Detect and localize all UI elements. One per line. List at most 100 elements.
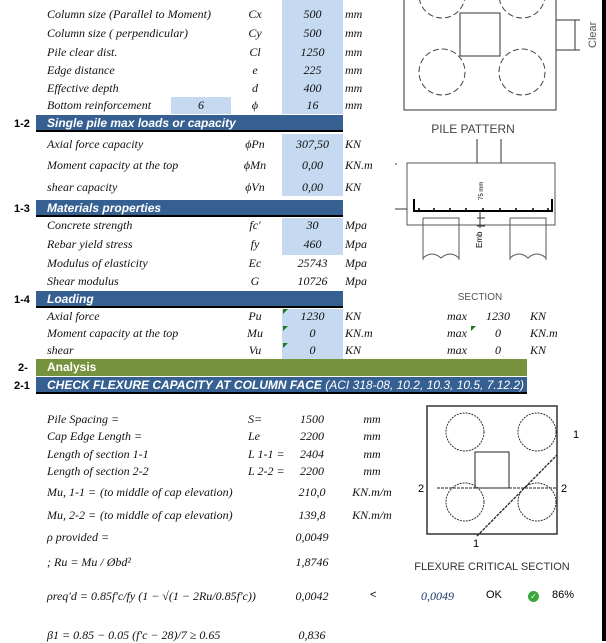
compare-sign: < [370, 589, 377, 601]
row-value[interactable]: 0 [282, 343, 343, 358]
row-value[interactable]: 30 [282, 218, 343, 233]
comment-marker [283, 343, 288, 348]
row-symbol: ϕVn [245, 180, 265, 194]
row-value[interactable]: 0,00 [282, 158, 343, 173]
row-value[interactable]: 307,50 [282, 137, 343, 152]
bar-count-value[interactable]: 6 [171, 98, 231, 113]
analysis-unit: mm [363, 447, 381, 461]
row-unit: mm [345, 45, 363, 59]
row-value[interactable]: 0 [282, 326, 343, 341]
row-label: Modulus of elasticity [47, 256, 148, 270]
row-unit: mm [345, 98, 363, 112]
row-label: Pile clear dist. [47, 45, 118, 59]
section-number: 1-4 [14, 294, 30, 306]
row-symbol: Ec [248, 256, 262, 270]
flexure-critical-section-label: FLEXURE CRITICAL SECTION [414, 561, 570, 573]
comment-marker [471, 326, 476, 331]
row-value[interactable]: 16 [282, 98, 343, 113]
row-unit: Mpa [345, 218, 367, 232]
analysis-unit: mm [363, 464, 381, 478]
analysis-value: 1,8746 [295, 555, 329, 569]
section-header-loading: Loading [36, 291, 343, 308]
row-value[interactable]: 0,00 [282, 180, 343, 195]
analysis-label: Mu, 2-2 = [47, 508, 97, 522]
row-value[interactable]: 1250 [282, 45, 343, 60]
analysis-unit: mm [363, 412, 381, 426]
analysis-symbol: L 2-2 = [248, 464, 285, 478]
section-header-flexure: CHECK FLEXURE CAPACITY AT COLUMN FACE (A… [36, 377, 527, 394]
row-symbol: G [250, 274, 260, 288]
emb-label: Emb [475, 231, 484, 248]
row-label: Axial force [47, 309, 100, 323]
analysis-unit: KN.m/m [352, 485, 392, 499]
comment-marker [283, 326, 288, 331]
section-header-single-pile: Single pile max loads or capacity [36, 115, 343, 132]
analysis-label: ρreq'd = 0.85f'c/fy (1 − √(1 − 2Ru/0.85f… [47, 589, 256, 603]
row-value: 25743 [297, 256, 328, 270]
row-value: 10726 [297, 274, 328, 288]
row-unit: KN [345, 137, 362, 151]
analysis-symbol: Le [248, 429, 260, 443]
row-label: Axial force capacity [47, 137, 144, 151]
row-symbol: Pu [248, 309, 262, 323]
analysis-value: 0,0042 [295, 589, 329, 603]
row-value[interactable]: 400 [282, 81, 343, 96]
section-number: 2-1 [14, 380, 30, 392]
analysis-value: 2200 [300, 429, 324, 443]
row-value[interactable]: 1230 [282, 309, 343, 324]
row-value[interactable]: 225 [282, 63, 343, 78]
row-unit: Mpa [345, 237, 367, 251]
analysis-value: 2200 [300, 464, 324, 478]
row-symbol: Mu [247, 326, 263, 340]
row-symbol: fc' [249, 218, 261, 232]
section-header-materials: Materials properties [36, 200, 343, 217]
row-label: Shear modulus [47, 274, 119, 288]
row-value[interactable]: 500 [282, 26, 343, 41]
max-unit: KN [530, 309, 547, 323]
row-label: Rebar yield stress [47, 237, 133, 251]
row-value[interactable]: 460 [282, 237, 343, 252]
row-label: Effective depth [47, 81, 119, 95]
row-label: shear capacity [47, 180, 118, 194]
analysis-unit: KN.m/m [352, 508, 392, 522]
max-label: max [447, 309, 467, 323]
check-icon: ✓ [528, 591, 539, 602]
row-symbol: fy [250, 237, 260, 251]
flexure-title: CHECK FLEXURE CAPACITY AT COLUMN FACE [47, 378, 322, 392]
row-unit: mm [345, 63, 363, 77]
row-unit: Mpa [345, 256, 367, 270]
analysis-value: 210,0 [298, 485, 326, 499]
analysis-value: 2404 [300, 447, 324, 461]
row-unit: mm [345, 26, 363, 40]
row-unit: mm [345, 7, 363, 21]
row-label: Moment capacity at the top [47, 158, 179, 172]
row-value[interactable]: 500 [282, 7, 343, 22]
row-symbol: Cl [249, 45, 261, 59]
analysis-label: Length of section 1-1 [47, 447, 149, 461]
row-label: Column size (Parallel to Moment) [47, 7, 211, 21]
row-label: Moment capacity at the top [47, 326, 179, 340]
row-symbol: ϕ [251, 98, 259, 112]
max-unit: KN.m [530, 326, 558, 340]
max-value: 0 [495, 326, 501, 340]
row-label: Column size ( perpendicular) [47, 26, 188, 40]
section-number: 1-3 [14, 203, 30, 215]
analysis-value: 1500 [300, 412, 324, 426]
row-label: Bottom reinforcement [47, 98, 152, 112]
section-label: SECTION [458, 292, 502, 300]
clear-label: Clear [587, 21, 599, 48]
row-unit: Mpa [345, 274, 367, 288]
analysis-note: (to middle of cap elevation) [100, 508, 233, 522]
row-label: shear [47, 343, 74, 357]
row-symbol: d [252, 81, 258, 95]
section-1-label: 1 [573, 429, 579, 441]
row-unit: KN.m [345, 326, 373, 340]
max-label: max [447, 343, 467, 357]
row-unit: KN [345, 309, 362, 323]
row-symbol: e [252, 63, 258, 77]
analysis-unit: mm [363, 429, 381, 443]
section-2-label: 2 [561, 483, 567, 495]
row-label: Concrete strength [47, 218, 133, 232]
row-symbol: Cx [248, 7, 262, 21]
utilization-ratio: 86% [552, 589, 575, 601]
